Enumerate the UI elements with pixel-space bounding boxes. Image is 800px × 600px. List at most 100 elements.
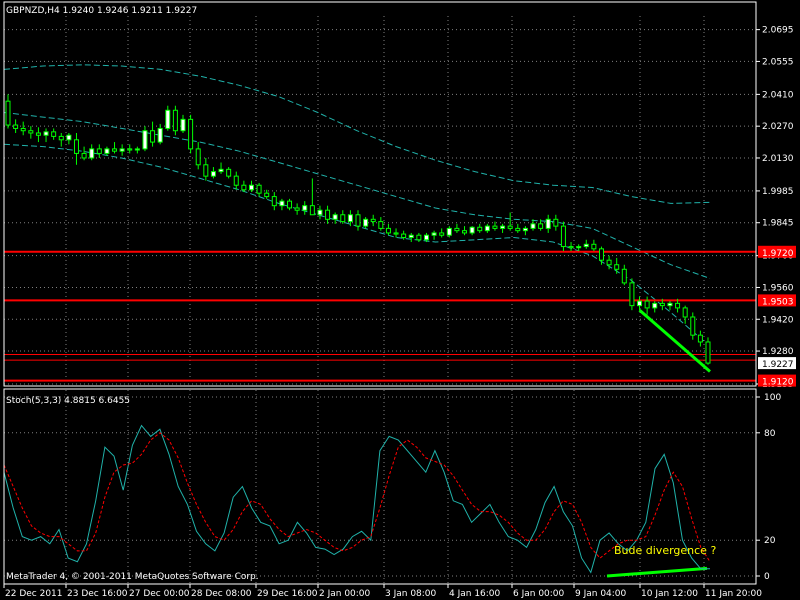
candle-body (431, 232, 437, 236)
stoch-y-tick-label: 20 (764, 536, 776, 546)
candle-body (401, 233, 407, 238)
candle-body (195, 148, 201, 166)
price-label: 1.9503 (762, 297, 794, 307)
candle-body (370, 218, 376, 223)
candle-body (150, 130, 156, 143)
candle-body (302, 205, 308, 211)
candle-body (241, 184, 247, 191)
candle-body (378, 221, 384, 229)
main-pane-frame (3, 1, 757, 387)
price-label: 1.9720 (762, 249, 794, 259)
candle-body (58, 135, 64, 141)
candle-body (484, 225, 490, 232)
candle-body (385, 227, 391, 234)
candle-body (81, 152, 87, 159)
band-upper (3, 64, 711, 204)
candle-body (332, 214, 338, 220)
candle-body (226, 168, 232, 177)
candle-body (439, 232, 445, 236)
candle-body (325, 209, 331, 220)
y-tick-label: 2.0410 (762, 90, 794, 100)
price-label: 1.9227 (762, 360, 794, 370)
candle-body (697, 334, 703, 343)
candle-body (477, 226, 483, 232)
candle-body (469, 226, 475, 234)
candle-body (127, 148, 133, 151)
main-chart-header: GBPNZD,H4 1.9240 1.9246 1.9211 1.9227 (6, 6, 197, 16)
candle-body (522, 227, 528, 232)
x-tick-label: 2 Jan 00:00 (319, 589, 371, 599)
candle-body (454, 227, 460, 232)
candle-body (637, 300, 643, 307)
candle-body (96, 148, 102, 154)
candle-body (667, 302, 673, 307)
candle-body (530, 223, 536, 229)
y-tick-label: 2.0695 (762, 26, 794, 36)
x-tick-label: 23 Dec 16:00 (67, 589, 128, 599)
candle-body (172, 109, 178, 132)
candle-body (560, 225, 566, 248)
y-tick-label: 2.0130 (762, 154, 794, 164)
candle-body (515, 227, 521, 232)
stoch-trend-line (606, 566, 708, 578)
candle-body (256, 184, 262, 194)
divergence-annotation: Bude divergence ? (614, 544, 716, 557)
candle-body (553, 218, 559, 227)
candle-body (5, 100, 11, 126)
stoch-header: Stoch(5,3,3) 4.8815 6.6455 (6, 396, 130, 406)
price-label: 1.9120 (762, 378, 794, 388)
y-tick-label: 1.9985 (762, 187, 794, 197)
candle-body (675, 302, 681, 309)
candle-body (690, 316, 696, 336)
y-tick-label: 1.9560 (762, 283, 794, 293)
candle-body (248, 184, 254, 191)
x-tick-label: 28 Dec 08:00 (191, 589, 252, 599)
x-tick-label: 22 Dec 2011 (5, 589, 63, 599)
trend-lines (606, 309, 711, 578)
candles (5, 94, 711, 365)
copyright-text: MetaTrader 4, © 2001-2011 MetaQuotes Sof… (6, 572, 259, 582)
stoch-y-tick-label: 80 (764, 429, 776, 439)
candle-body (43, 131, 49, 136)
y-tick-label: 1.9420 (762, 315, 794, 325)
candle-body (294, 207, 300, 211)
y-tick-label: 1.9280 (762, 347, 794, 357)
horizontal-levels (4, 250, 756, 382)
candle-body (157, 127, 163, 143)
candle-body (652, 302, 658, 309)
candle-body (644, 300, 650, 309)
candle-body (492, 225, 498, 229)
candle-body (347, 214, 353, 223)
candle-body (659, 302, 665, 307)
x-tick-label: 3 Jan 08:00 (385, 589, 437, 599)
stoch-y-tick-label: 0 (764, 572, 770, 582)
candle-body (598, 248, 604, 261)
x-tick-label: 10 Jan 12:00 (641, 589, 698, 599)
stoch-y-tick-label: 100 (764, 393, 781, 403)
candle-body (576, 246, 582, 249)
candle-body (233, 175, 239, 186)
candle-body (188, 118, 194, 150)
candle-body (142, 130, 148, 150)
candle-body (462, 230, 468, 234)
candle-body (279, 200, 285, 207)
y-tick-label: 2.0270 (762, 122, 794, 132)
candle-body (119, 148, 125, 152)
candle-body (271, 196, 277, 207)
candle-body (682, 307, 688, 318)
candle-body (507, 225, 513, 229)
candle-body (340, 214, 346, 223)
candle-body (446, 227, 452, 236)
candle-body (20, 127, 26, 132)
x-tick-label: 11 Jan 20:00 (705, 589, 762, 599)
candle-body (210, 171, 216, 177)
candle-body (203, 164, 209, 177)
candle-body (287, 200, 293, 209)
x-tick-label: 27 Dec 00:00 (129, 589, 190, 599)
band-middle (3, 112, 711, 279)
chart-canvas: 2.0695 2.0555 2.0410 2.0270 2.0130 1.9985 1.98… (3, 1, 796, 599)
candle-body (614, 264, 620, 270)
candle-body (500, 225, 506, 229)
x-tick-label: 29 Dec 16:00 (257, 589, 318, 599)
candle-body (355, 214, 361, 227)
